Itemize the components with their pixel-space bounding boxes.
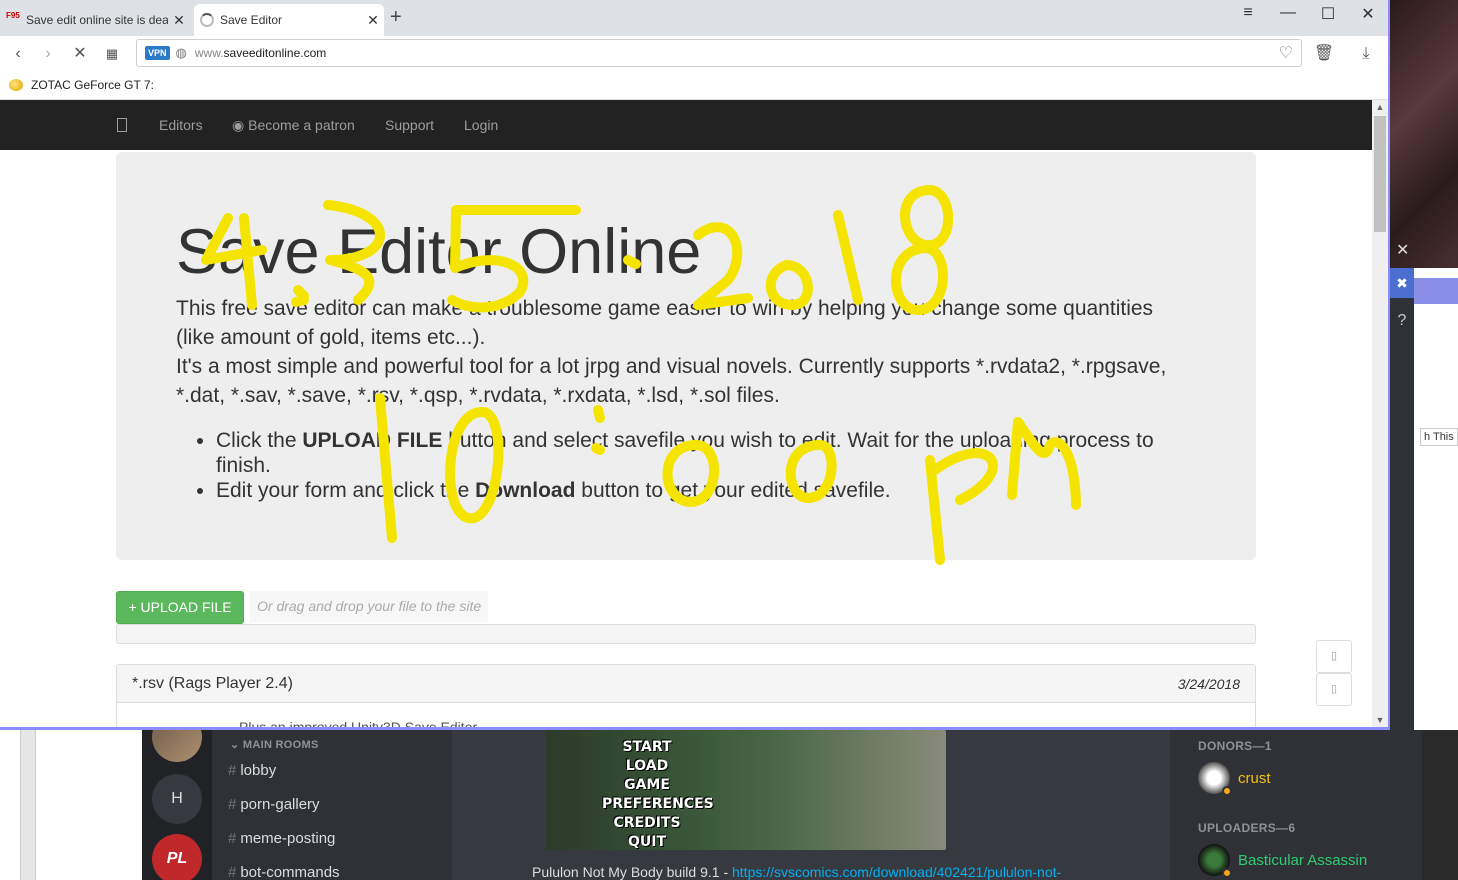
channel-item[interactable]: # bot-commands (228, 864, 340, 880)
stop-icon[interactable]: ✕ (68, 42, 92, 66)
background-window: ✕ ✖ ? h This (1390, 0, 1458, 730)
scroll-up-icon[interactable]: ▲ (1372, 102, 1388, 112)
back-icon[interactable]: ‹ (6, 42, 30, 66)
background-image (1390, 0, 1458, 270)
tab-save-editor[interactable]: Save Editor ✕ (194, 4, 384, 36)
side-header (1414, 278, 1458, 304)
member-list: DONORS—1 crust UPLOADERS—6 Basticular As… (1170, 730, 1422, 880)
hash-icon: # (228, 762, 237, 779)
close-icon[interactable]: ✕ (168, 12, 190, 29)
game-menu: START LOAD GAME PREFERENCES CREDITS QUIT (602, 739, 714, 850)
chat-message: Pululon Not My Body build 9.1 - https://… (532, 864, 1062, 880)
search-this-button[interactable]: h This (1420, 428, 1458, 446)
panel-date: 3/24/2018 (1177, 676, 1240, 692)
window-close-icon[interactable]: ✕ (1353, 4, 1383, 24)
bookmarks-bar: ZOTAC GeForce GT 7: (0, 72, 1388, 100)
nav-editors[interactable]: Editors (159, 117, 203, 133)
game-screenshot[interactable]: START LOAD GAME PREFERENCES CREDITS QUIT (546, 730, 946, 850)
address-bar[interactable]: VPN ◍ www.saveeditonline.com ♡ (136, 39, 1302, 67)
member-item[interactable]: Basticular Assassin (1198, 844, 1367, 878)
hash-icon: # (228, 830, 237, 847)
heart-icon[interactable]: ♡ (1279, 43, 1293, 63)
instruction-item: Click the UPLOAD FILE button and select … (216, 428, 1196, 478)
bookmark-icon (9, 79, 23, 91)
side-button-top[interactable]: ▯ (1316, 640, 1352, 673)
nav-login[interactable]: Login (464, 117, 498, 133)
hero-paragraph: This free save editor can make a trouble… (176, 297, 1154, 349)
tab-menu-icon[interactable]: ≡ (1233, 4, 1263, 22)
trash-icon[interactable]: 🗑 (1312, 42, 1336, 66)
avatar (1198, 762, 1232, 796)
toolbar: ‹ › ✕ ▦ VPN ◍ www.saveeditonline.com ♡ 🗑… (0, 36, 1388, 72)
download-icon[interactable]: ⤓ (1354, 42, 1378, 66)
member-item[interactable]: crust (1198, 762, 1271, 796)
side-panel: ✖ ? h This (1390, 268, 1458, 730)
f95-favicon: F95 (6, 11, 20, 20)
close-icon[interactable]: ✕ (1396, 240, 1409, 260)
scroll-track (20, 730, 36, 880)
nav-patron[interactable]: ◉ Become a patron (232, 117, 355, 134)
server-logo[interactable]: PL (152, 834, 202, 880)
upload-progress-bar (116, 624, 1256, 644)
speed-dial-icon[interactable]: ▦ (100, 42, 124, 66)
server-letter[interactable]: H (152, 774, 202, 824)
nav-support[interactable]: Support (385, 117, 434, 133)
upload-file-button[interactable]: + UPLOAD FILE (116, 591, 244, 624)
download-link[interactable]: https://svscomics.com/download/402421/pu… (732, 864, 1061, 880)
help-icon[interactable]: ? (1390, 298, 1414, 730)
panel-header[interactable]: *.rsv (Rags Player 2.4) 3/24/2018 (117, 665, 1255, 703)
donors-label: DONORS—1 (1198, 739, 1272, 753)
vpn-badge[interactable]: VPN (145, 46, 170, 60)
globe-icon: ◍ (175, 45, 187, 60)
close-icon[interactable]: ✕ (362, 12, 384, 29)
instruction-item: Edit your form and click the Download bu… (216, 478, 1196, 503)
channel-item[interactable]: # lobby (228, 762, 276, 779)
url-text[interactable]: www.saveeditonline.com (195, 46, 326, 60)
server-list: H PL (142, 712, 212, 880)
channel-list: ⌄ MAIN ROOMS # lobby # porn-gallery # meme-… (212, 730, 452, 880)
scroll-down-icon[interactable]: ▼ (1372, 715, 1388, 725)
minimize-icon[interactable]: — (1273, 4, 1303, 22)
left-pane (0, 730, 142, 880)
editor-panel: *.rsv (Rags Player 2.4) 3/24/2018 Plus a… (116, 664, 1256, 727)
page-viewport: Editors ◉ Become a patron Support Login … (0, 100, 1372, 727)
page-scrollbar[interactable]: ▲ ▼ (1372, 100, 1388, 727)
channel-item[interactable]: # meme-posting (228, 830, 335, 847)
avatar (1198, 844, 1232, 878)
hero-paragraph: It's a most simple and powerful tool for… (176, 355, 1167, 407)
chat-area: START LOAD GAME PREFERENCES CREDITS QUIT… (452, 730, 1170, 880)
tab-bar: F95 Save edit online site is dea ✕ Save … (0, 0, 1388, 36)
desktop-edge (1422, 730, 1458, 880)
channel-item[interactable]: # porn-gallery (228, 796, 320, 813)
discord-window: H PL ⌄ MAIN ROOMS # lobby # porn-gallery #… (0, 712, 1458, 880)
new-tab-button[interactable]: + (390, 6, 402, 29)
side-button-bottom[interactable]: ▯ (1316, 673, 1352, 706)
scroll-thumb[interactable] (1374, 116, 1386, 232)
forward-icon[interactable]: › (36, 42, 60, 66)
page-title: Save Editor Online (176, 217, 702, 287)
site-navbar: Editors ◉ Become a patron Support Login (0, 100, 1372, 150)
drop-zone-hint[interactable]: Or drag and drop your file to the site (250, 591, 488, 622)
hero-jumbotron: Save Editor Online This free save editor… (116, 152, 1256, 560)
bookmark-item[interactable]: ZOTAC GeForce GT 7: (31, 78, 154, 92)
instructions-list: Click the UPLOAD FILE button and select … (216, 428, 1196, 503)
close-icon[interactable]: ✖ (1390, 268, 1414, 298)
brand-icon[interactable] (117, 118, 127, 132)
hash-icon: # (228, 796, 237, 813)
uploaders-label: UPLOADERS—6 (1198, 821, 1296, 835)
category-label[interactable]: ⌄ MAIN ROOMS (230, 738, 319, 751)
tab-f95[interactable]: F95 Save edit online site is dea ✕ (0, 4, 190, 36)
panel-body: Plus an improved Unity3D Save Editor (239, 719, 478, 727)
maximize-icon[interactable]: ☐ (1313, 4, 1343, 24)
hash-icon: # (228, 864, 237, 880)
chevron-down-icon: ⌄ (230, 739, 243, 751)
patreon-icon: ◉ (232, 117, 249, 133)
loading-spinner-icon (200, 13, 214, 27)
browser-window: F95 Save edit online site is dea ✕ Save … (0, 0, 1390, 730)
